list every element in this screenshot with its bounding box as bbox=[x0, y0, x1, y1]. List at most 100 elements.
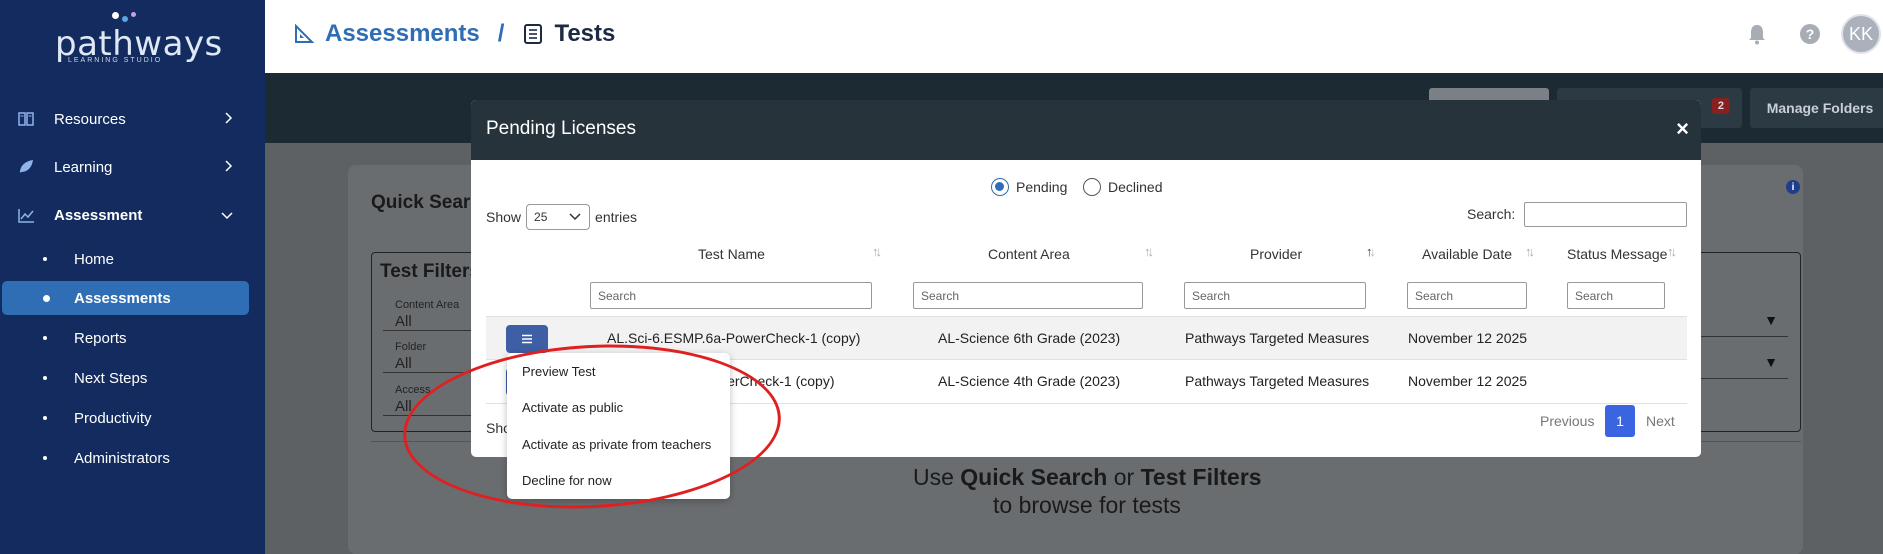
close-icon[interactable]: × bbox=[1676, 116, 1689, 142]
manage-folders-button[interactable]: Manage Folders bbox=[1750, 88, 1883, 128]
book-icon bbox=[17, 111, 35, 127]
sidebar-item-assessments[interactable]: Assessments bbox=[2, 281, 249, 315]
sort-icon[interactable]: ↑↓ bbox=[1144, 244, 1154, 259]
browse-text: or bbox=[1107, 464, 1141, 490]
menu-item-activate-public[interactable]: Activate as public bbox=[522, 400, 623, 415]
search-label: Search: bbox=[1467, 206, 1516, 222]
pending-count-badge: 2 bbox=[1711, 98, 1730, 114]
caret-down-icon: ▼ bbox=[1764, 354, 1778, 370]
pagination-previous[interactable]: Previous bbox=[1540, 413, 1594, 429]
entries-value: 25 bbox=[534, 210, 548, 224]
sidebar-item-label: Productivity bbox=[74, 409, 152, 427]
sidebar-item-label: Reports bbox=[74, 329, 127, 347]
sidebar-item-label: Assessments bbox=[74, 289, 171, 307]
sidebar-item-label: Assessment bbox=[54, 206, 143, 224]
radio-pending[interactable]: Pending bbox=[991, 178, 1067, 196]
cell-provider: Pathways Targeted Measures bbox=[1185, 330, 1370, 346]
column-search-content-area[interactable]: Search bbox=[913, 282, 1143, 309]
column-search-provider[interactable]: Search bbox=[1184, 282, 1366, 309]
filter-value: All bbox=[395, 398, 412, 415]
column-header-status-message[interactable]: Status Message bbox=[1567, 246, 1667, 262]
menu-item-activate-private[interactable]: Activate as private from teachers bbox=[522, 437, 711, 452]
column-search-status-message[interactable]: Search bbox=[1567, 282, 1665, 309]
sidebar-item-label: Administrators bbox=[74, 449, 170, 467]
bullet-icon bbox=[43, 456, 47, 460]
radio-button[interactable] bbox=[1083, 178, 1101, 196]
logo-dot bbox=[112, 12, 119, 19]
sort-icon[interactable]: ↑↓ bbox=[1525, 244, 1535, 259]
sort-asc-icon[interactable]: ↑↓ bbox=[1366, 244, 1376, 259]
access-filter[interactable]: Access All bbox=[383, 382, 473, 416]
sidebar-item-assessment[interactable]: Assessment bbox=[0, 195, 265, 235]
folder-filter[interactable]: Folder All bbox=[383, 339, 473, 373]
sidebar-item-label: Learning bbox=[54, 158, 113, 176]
entries-control: Show 25 entries bbox=[486, 204, 637, 230]
sort-icon[interactable]: ↑↓ bbox=[872, 244, 882, 259]
avatar[interactable]: KK bbox=[1841, 14, 1881, 54]
sidebar-item-label: Next Steps bbox=[74, 369, 148, 387]
sidebar-item-learning[interactable]: Learning bbox=[0, 147, 265, 187]
sidebar-item-administrators[interactable]: Administrators bbox=[0, 441, 265, 475]
browse-hint-line2: to browse for tests bbox=[993, 492, 1181, 518]
entries-select[interactable]: 25 bbox=[526, 204, 591, 230]
bullet-icon bbox=[43, 257, 47, 261]
sidebar-item-productivity[interactable]: Productivity bbox=[0, 401, 265, 435]
sidebar-item-next-steps[interactable]: Next Steps bbox=[0, 361, 265, 395]
pathways-logo[interactable]: pathways LEARNING STUDIO bbox=[50, 8, 222, 64]
hamburger-icon bbox=[522, 334, 532, 344]
cell-content-area: AL-Science 6th Grade (2023) bbox=[938, 330, 1121, 346]
modal-title: Pending Licenses bbox=[486, 118, 636, 139]
bullet-icon bbox=[43, 376, 47, 380]
sidebar-item-home[interactable]: Home bbox=[0, 242, 265, 276]
app-root: pathways LEARNING STUDIO Resources Learn… bbox=[0, 0, 1883, 554]
chart-line-icon bbox=[17, 207, 35, 223]
browse-test-filters: Test Filters bbox=[1140, 464, 1262, 490]
breadcrumb-assessments[interactable]: Assessments bbox=[325, 20, 480, 48]
cell-provider: Pathways Targeted Measures bbox=[1185, 373, 1370, 389]
chevron-right-icon bbox=[225, 159, 233, 175]
column-header-provider[interactable]: Provider bbox=[1250, 246, 1302, 262]
cell-available-date: November 12 2025 bbox=[1408, 330, 1528, 346]
chevron-down-icon bbox=[221, 207, 233, 223]
checklist-icon bbox=[522, 23, 544, 45]
pagination-next[interactable]: Next bbox=[1646, 413, 1675, 429]
pagination-page[interactable]: 1 bbox=[1605, 405, 1635, 437]
logo-dot bbox=[131, 12, 136, 17]
breadcrumb: Assessments / Tests bbox=[293, 20, 615, 48]
table-search-input[interactable] bbox=[1524, 202, 1687, 227]
column-header-content-area[interactable]: Content Area bbox=[988, 246, 1070, 262]
logo-dot bbox=[122, 16, 128, 22]
radio-button-checked[interactable] bbox=[991, 178, 1009, 196]
modal-header: Pending Licenses × bbox=[471, 100, 1701, 160]
bullet-icon bbox=[43, 416, 47, 420]
leaf-icon bbox=[17, 159, 35, 175]
menu-item-preview-test[interactable]: Preview Test bbox=[522, 364, 595, 379]
filter-value: All bbox=[395, 355, 412, 372]
chevron-right-icon bbox=[225, 111, 233, 127]
sidebar-item-label: Home bbox=[74, 250, 115, 268]
column-header-available-date[interactable]: Available Date bbox=[1422, 246, 1512, 262]
row-menu-button[interactable] bbox=[506, 325, 548, 353]
column-search-available-date[interactable]: Search bbox=[1407, 282, 1527, 309]
cell-test-name: AL.Sci-6.ESMP.6a-PowerCheck-1 (copy) bbox=[607, 330, 861, 346]
content-area-filter[interactable]: Content Area All bbox=[383, 297, 473, 331]
sidebar-item-reports[interactable]: Reports bbox=[0, 321, 265, 355]
top-header: Assessments / Tests ? KK bbox=[265, 0, 1883, 73]
column-header-test-name[interactable]: Test Name bbox=[698, 246, 765, 262]
help-icon[interactable]: ? bbox=[1798, 22, 1822, 46]
info-icon[interactable]: i bbox=[1786, 180, 1800, 194]
sort-icon[interactable]: ↑↓ bbox=[1667, 244, 1677, 259]
sidebar-item-resources[interactable]: Resources bbox=[0, 99, 265, 139]
svg-text:?: ? bbox=[1806, 26, 1815, 42]
bullet-icon bbox=[43, 294, 50, 302]
menu-item-decline[interactable]: Decline for now bbox=[522, 473, 612, 488]
ruler-triangle-icon bbox=[293, 23, 315, 45]
sidebar-item-label: Resources bbox=[54, 110, 126, 128]
chevron-down-icon bbox=[569, 208, 581, 224]
page-title: Tests bbox=[554, 20, 616, 47]
radio-declined[interactable]: Declined bbox=[1083, 178, 1162, 196]
radio-label: Pending bbox=[1016, 179, 1068, 195]
bell-icon[interactable] bbox=[1745, 22, 1769, 46]
row-action-menu: Preview Test Activate as public Activate… bbox=[507, 353, 730, 499]
column-search-test-name[interactable]: Search bbox=[590, 282, 872, 309]
